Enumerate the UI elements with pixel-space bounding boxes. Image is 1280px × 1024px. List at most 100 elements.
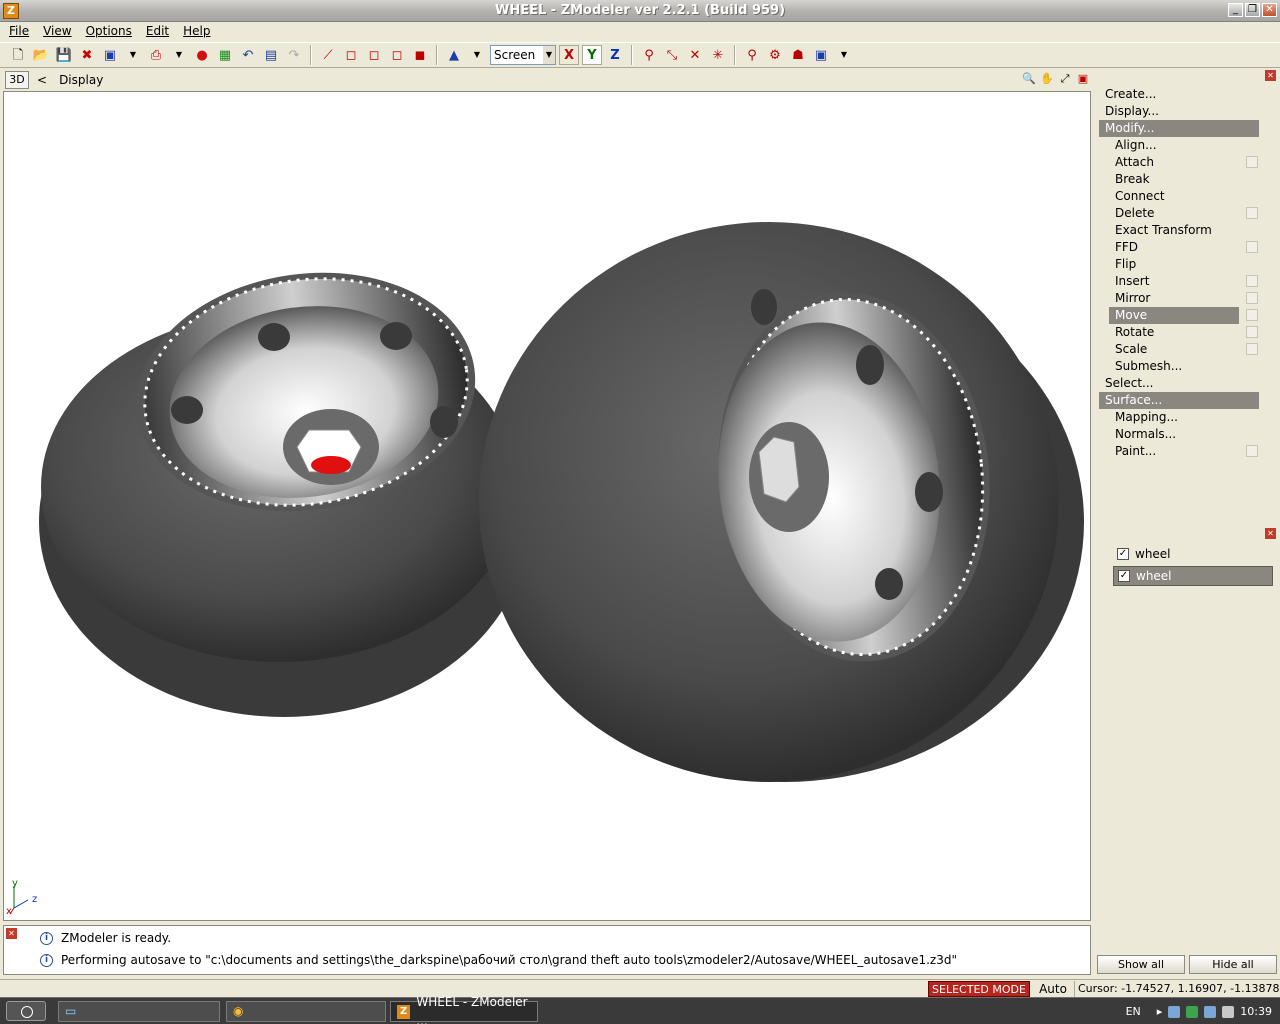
command-item-display[interactable]: Display...	[1099, 103, 1259, 120]
command-item-mirror[interactable]: Mirror	[1109, 290, 1239, 307]
command-item-connect[interactable]: Connect	[1109, 188, 1239, 205]
command-item-break[interactable]: Break	[1109, 171, 1239, 188]
redo-icon[interactable]: ↷	[284, 45, 304, 65]
texture-icon[interactable]: ▦	[215, 45, 235, 65]
save-icon[interactable]: 💾	[54, 45, 74, 65]
coordinate-space-select[interactable]: Screen ▼	[490, 45, 556, 65]
object-item[interactable]: ✓ wheel	[1113, 544, 1273, 564]
command-item-submesh[interactable]: Submesh...	[1109, 358, 1239, 375]
render-tool-icon[interactable]: ▣	[811, 45, 831, 65]
export-icon[interactable]: ⎙	[146, 45, 166, 65]
command-item-attach[interactable]: Attach	[1109, 154, 1239, 171]
menu-view[interactable]: View	[36, 22, 78, 42]
menu-edit[interactable]: Edit	[139, 22, 176, 42]
chevron-down-icon[interactable]: ▼	[543, 46, 555, 64]
visibility-checkbox[interactable]: ✓	[1117, 548, 1129, 560]
command-item-delete[interactable]: Delete	[1109, 205, 1239, 222]
group-mode-icon[interactable]: ◻	[387, 45, 407, 65]
option-checkbox[interactable]	[1246, 326, 1258, 338]
close-button[interactable]: ✕	[1262, 3, 1277, 17]
taskbar-item-zmodeler[interactable]: Z WHEEL - ZModeler ...	[390, 995, 538, 1024]
command-item-surface[interactable]: Surface...	[1099, 392, 1259, 409]
dropdown-arrow-icon[interactable]: ▼	[834, 45, 854, 65]
start-button[interactable]	[6, 1001, 46, 1021]
pan-hand-icon[interactable]: ✋	[1039, 71, 1055, 87]
fit-view-icon[interactable]: ⤢	[1057, 71, 1073, 87]
tray-arrow-icon[interactable]: ▸	[1157, 1005, 1163, 1018]
command-item-create[interactable]: Create...	[1099, 86, 1259, 103]
command-item-mapping[interactable]: Mapping...	[1109, 409, 1239, 426]
option-checkbox[interactable]	[1246, 207, 1258, 219]
object-mode-icon[interactable]: ◻	[364, 45, 384, 65]
selection-mode-indicator[interactable]: SELECTED MODE	[928, 981, 1030, 997]
command-item-scale[interactable]: Scale	[1109, 341, 1239, 358]
option-checkbox[interactable]	[1246, 292, 1258, 304]
auto-mode-indicator[interactable]: Auto	[1034, 981, 1072, 997]
command-item-ffd[interactable]: FFD	[1109, 239, 1239, 256]
menu-help[interactable]: Help	[176, 22, 217, 42]
minimize-button[interactable]: _	[1228, 3, 1243, 17]
command-item-insert[interactable]: Insert	[1109, 273, 1239, 290]
view-mode-button[interactable]: 3D	[5, 71, 29, 89]
all-mode-icon[interactable]: ◼	[410, 45, 430, 65]
object-list-close-icon[interactable]: ✕	[1265, 528, 1276, 539]
command-item-paint[interactable]: Paint...	[1109, 443, 1239, 460]
visibility-checkbox[interactable]: ✓	[1118, 570, 1130, 582]
panel-close-icon[interactable]: ✕	[1265, 70, 1276, 81]
hierarchy-tool-icon[interactable]: ⚙	[765, 45, 785, 65]
option-checkbox[interactable]	[1246, 343, 1258, 355]
language-indicator[interactable]: EN	[1126, 1005, 1141, 1018]
import-icon[interactable]: ▣	[100, 45, 120, 65]
axis-z-button[interactable]: Z	[605, 45, 625, 65]
taskbar-item-browser[interactable]: ◉	[226, 1001, 386, 1022]
back-arrow-icon[interactable]: <	[37, 73, 47, 87]
tray-torrent-icon[interactable]	[1186, 1005, 1199, 1018]
hide-all-button[interactable]: Hide all	[1189, 955, 1277, 974]
option-checkbox[interactable]	[1246, 275, 1258, 287]
option-checkbox[interactable]	[1246, 156, 1258, 168]
restore-button[interactable]: ❐	[1245, 3, 1260, 17]
maximize-viewport-icon[interactable]: ▣	[1075, 71, 1091, 87]
figure-tool-icon[interactable]: ☗	[788, 45, 808, 65]
move-tool-icon[interactable]: ⤡	[662, 45, 682, 65]
menu-options[interactable]: Options	[79, 22, 139, 42]
dropdown-arrow-icon[interactable]: ▼	[169, 45, 189, 65]
object-item-selected[interactable]: ✓ wheel	[1113, 566, 1273, 586]
axis-y-button[interactable]: Y	[582, 45, 602, 65]
select-tool-icon[interactable]: ⚲	[639, 45, 659, 65]
log-close-icon[interactable]: ✕	[6, 928, 17, 939]
material-ball-icon[interactable]: ●	[192, 45, 212, 65]
command-item-modify[interactable]: Modify...	[1099, 120, 1259, 137]
command-item-align[interactable]: Align...	[1109, 137, 1239, 154]
undo-icon[interactable]: ↶	[238, 45, 258, 65]
open-file-icon[interactable]: 📂	[31, 45, 51, 65]
command-item-move[interactable]: Move	[1109, 307, 1239, 324]
show-all-button[interactable]: Show all	[1097, 955, 1185, 974]
option-checkbox[interactable]	[1246, 309, 1258, 321]
tray-display-icon[interactable]	[1204, 1005, 1217, 1018]
link-tool-icon[interactable]: ⚲	[742, 45, 762, 65]
vertex-mode-icon[interactable]: ⟋	[318, 45, 338, 65]
scale-tool-icon[interactable]: ✳	[708, 45, 728, 65]
option-checkbox[interactable]	[1246, 445, 1258, 457]
axis-x-button[interactable]: X	[559, 45, 579, 65]
tray-volume-icon[interactable]	[1222, 1005, 1235, 1018]
new-file-icon[interactable]: 🗋	[8, 45, 28, 65]
menu-file[interactable]: File	[2, 22, 36, 42]
tray-network-icon[interactable]	[1168, 1005, 1181, 1018]
delete-x-icon[interactable]: ✖	[77, 45, 97, 65]
command-item-exact-transform[interactable]: Exact Transform	[1109, 222, 1239, 239]
taskbar-item-explorer[interactable]: ▭	[58, 1001, 220, 1022]
option-checkbox[interactable]	[1246, 241, 1258, 253]
face-mode-icon[interactable]: ◻	[341, 45, 361, 65]
command-item-select[interactable]: Select...	[1099, 375, 1259, 392]
rotate-tool-icon[interactable]: ✕	[685, 45, 705, 65]
zoom-icon[interactable]: 🔍	[1021, 71, 1037, 87]
dropdown-arrow-icon[interactable]: ▼	[123, 45, 143, 65]
command-item-normals[interactable]: Normals...	[1109, 426, 1239, 443]
pivot-icon[interactable]: ▲	[444, 45, 464, 65]
command-item-rotate[interactable]: Rotate	[1109, 324, 1239, 341]
viewport-3d[interactable]	[3, 91, 1091, 921]
command-item-flip[interactable]: Flip	[1109, 256, 1239, 273]
notes-icon[interactable]: ▤	[261, 45, 281, 65]
